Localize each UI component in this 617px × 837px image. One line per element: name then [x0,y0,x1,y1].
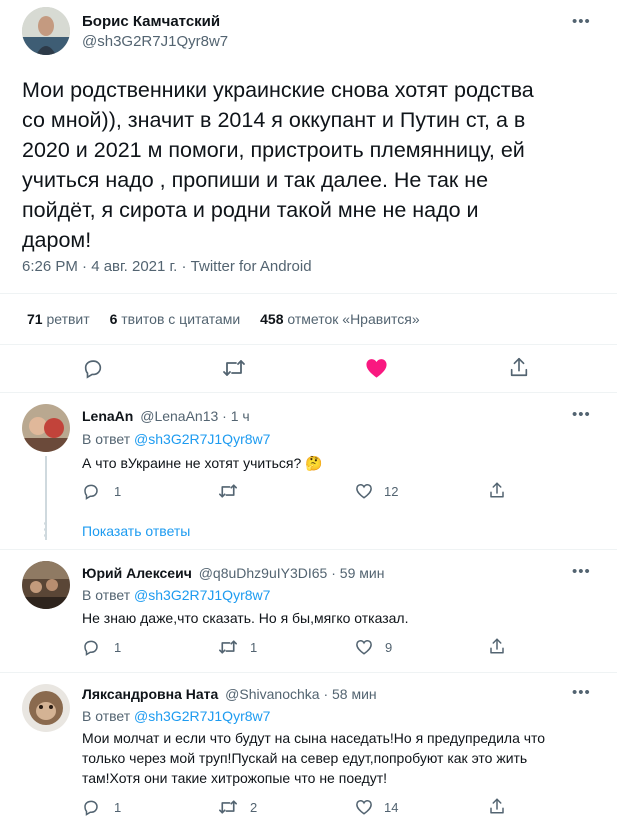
like-icon[interactable] [355,638,373,656]
reply-count: 1 [114,800,122,815]
share-icon[interactable] [488,637,506,655]
reply-count: 1 [114,484,122,499]
like-count: 9 [385,640,393,655]
tweet-text-line: 2020 и 2021 м помоги, пристроить племянн… [22,138,525,162]
reply-to: В ответ @sh3G2R7J1Qyr8w7 [82,431,270,447]
reply-to-prefix: В ответ [82,708,131,724]
divider [0,344,617,345]
retweet-icon[interactable] [218,638,238,656]
avatar[interactable] [22,684,70,732]
show-replies-link[interactable]: Показать ответы [82,523,190,539]
like-icon[interactable] [355,482,373,500]
tweet-text-line: пойдёт, я сирота и родни такой мне не на… [22,198,479,222]
likes-label: отметок «Нравится» [287,311,420,327]
retweets-count: 71 [27,311,43,327]
reply-icon[interactable] [82,357,104,379]
reply-text-line: там!Хотя они такие хитрожопые что не пое… [82,770,388,786]
likes-count: 458 [260,311,284,327]
reply-to: В ответ @sh3G2R7J1Qyr8w7 [82,708,270,724]
reply-header: LenaAn @LenaAn13 · 1 ч [82,408,250,424]
share-icon[interactable] [488,481,506,499]
divider [0,549,617,550]
reply-to-handle[interactable]: @sh3G2R7J1Qyr8w7 [134,708,270,724]
tweet-text-line: со мной)), значит в 2014 я оккупант и Пу… [22,108,526,132]
share-icon[interactable] [488,797,506,815]
retweets-label: ретвит [46,311,90,327]
more-options-icon[interactable]: ••• [572,14,591,29]
like-icon[interactable] [355,798,373,816]
reply-icon[interactable] [82,638,100,656]
reply-author-name[interactable]: LenaAn [82,408,133,424]
reply-text: Не знаю даже,что сказать. Но я бы,мягко … [82,608,409,628]
retweet-count: 2 [250,800,258,815]
avatar[interactable] [22,7,70,55]
reply-text: Мои молчат и если что будут на сына насе… [82,728,545,788]
thread-dots [44,522,48,537]
reply-count: 1 [114,640,122,655]
tweet-text-line: учиться надо , пропиши и так далее. Не т… [22,168,489,192]
like-count: 14 [384,800,399,815]
retweet-icon[interactable] [222,357,246,379]
avatar[interactable] [22,561,70,609]
tweet-text-line: Мои родственники украинские снова хотят … [22,78,534,102]
like-heart-icon[interactable] [365,357,388,379]
divider [0,293,617,294]
reply-handle-time[interactable]: @q8uDhz9uIY3DI65 · 59 мин [199,565,385,581]
reply-to-handle[interactable]: @sh3G2R7J1Qyr8w7 [134,431,270,447]
author-handle[interactable]: @sh3G2R7J1Qyr8w7 [82,33,228,50]
retweet-icon[interactable] [218,798,238,816]
reply-handle-time[interactable]: @Shivanochka · 58 мин [225,686,376,702]
likes-stat[interactable]: 458 отметок «Нравится» [260,311,420,327]
share-icon[interactable] [508,356,530,378]
tweet-meta[interactable]: 6:26 PM · 4 авг. 2021 г. · Twitter for A… [22,258,312,275]
reply-icon[interactable] [82,798,100,816]
retweet-count: 1 [250,640,258,655]
reply-handle-time[interactable]: @LenaAn13 · 1 ч [140,408,249,424]
tweet-text-line: даром! [22,228,92,252]
reply-text-line: А что вУкраине не хотят учиться? 🤔 [82,455,323,471]
reply-author-name[interactable]: Юрий Алексеич [82,565,192,581]
quotes-label: твитов с цитатами [121,311,241,327]
reply-to: В ответ @sh3G2R7J1Qyr8w7 [82,587,270,603]
more-options-icon[interactable]: ••• [572,407,591,422]
reply-to-handle[interactable]: @sh3G2R7J1Qyr8w7 [134,587,270,603]
reply-text-line: Не знаю даже,что сказать. Но я бы,мягко … [82,610,409,626]
author-name[interactable]: Борис Камчатский [82,13,220,30]
reply-author-name[interactable]: Ляксандровна Ната [82,686,218,702]
reply-to-prefix: В ответ [82,431,131,447]
more-options-icon[interactable]: ••• [572,685,591,700]
retweet-icon[interactable] [218,482,238,500]
reply-to-prefix: В ответ [82,587,131,603]
reply-icon[interactable] [82,482,100,500]
reply-text-line: только через мой труп!Пускай на север ед… [82,750,528,766]
tweet-stats: 71 ретвит 6 твитов с цитатами 458 отмето… [27,311,420,327]
tweet-text: Мои родственники украинские снова хотят … [22,75,602,255]
reply-text-line: Мои молчат и если что будут на сына насе… [82,730,546,746]
quotes-count: 6 [109,311,118,327]
avatar[interactable] [22,404,70,452]
like-count: 12 [384,484,399,499]
reply-header: Юрий Алексеич @q8uDhz9uIY3DI65 · 59 мин [82,565,384,581]
reply-text: А что вУкраине не хотят учиться? 🤔 [82,453,323,473]
reply-header: Ляксандровна Ната @Shivanochka · 58 мин [82,686,377,702]
more-options-icon[interactable]: ••• [572,564,591,579]
divider [0,672,617,673]
retweets-stat[interactable]: 71 ретвит [27,311,94,327]
quotes-stat[interactable]: 6 твитов с цитатами [110,311,245,327]
divider [0,392,617,393]
